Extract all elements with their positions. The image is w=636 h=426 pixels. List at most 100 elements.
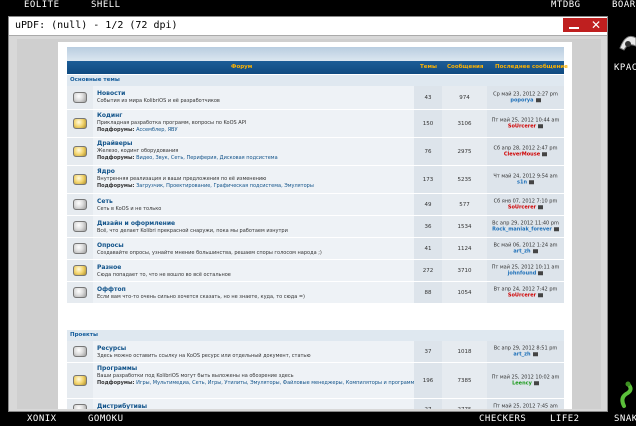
forum-icon-cell <box>67 194 93 215</box>
forum-new-posts-icon <box>73 145 87 157</box>
forum-row[interactable]: Сеть Сеть в KoOS и не только 49 577 Сб я… <box>67 194 564 216</box>
goto-post-icon[interactable] <box>538 292 544 297</box>
last-post-author[interactable]: poporya <box>510 97 533 103</box>
forum-subforums: Подфорумы: Игры, Мультимедиа, Сеть, Игры… <box>97 380 414 387</box>
forum-read-icon <box>73 345 87 357</box>
forum-name-link[interactable]: Разное <box>97 264 410 272</box>
last-post-author[interactable]: SoUrcerer <box>508 123 536 129</box>
last-post-author[interactable]: SoUrcerer <box>508 204 536 210</box>
last-post-author[interactable]: Rock_maniak_forever <box>492 226 552 232</box>
goto-post-icon[interactable] <box>532 351 538 356</box>
forum-topics-count: 36 <box>414 216 442 237</box>
last-post-author[interactable]: Leency <box>512 380 532 386</box>
forum-name-link[interactable]: Оффтоп <box>97 286 410 294</box>
forum-description: Создавайте опросы, узнайте мнение больши… <box>97 250 322 256</box>
forum-info: Дистрибутивы Поделитесь своими дистрибут… <box>93 399 414 409</box>
forum-read-icon <box>73 198 87 210</box>
subforum-links[interactable]: Ассемблер, ЯВУ <box>136 127 177 133</box>
last-post-author[interactable]: SoUrcerer <box>508 292 536 298</box>
forum-description: Сеть в KoOS и не только <box>97 206 162 212</box>
goto-post-icon[interactable] <box>538 270 544 275</box>
forum-last-post: Вс май 06, 2012 1:24 am art_zh <box>487 238 564 259</box>
column-topics: Темы <box>420 64 437 70</box>
last-post-author[interactable]: s1n <box>517 179 527 185</box>
last-post-author[interactable]: CleverMouse <box>504 151 540 157</box>
goto-post-icon[interactable] <box>553 226 559 231</box>
forum-last-post: Пт май 25, 2012 10:11 am johnfound <box>487 260 564 281</box>
goto-post-icon[interactable] <box>532 248 538 253</box>
goto-post-icon[interactable] <box>533 380 539 385</box>
last-post-author[interactable]: art_zh <box>513 248 530 254</box>
desktop-label-life2[interactable]: LIFE2 <box>550 414 580 424</box>
goto-post-icon[interactable] <box>538 204 544 209</box>
column-forum: Форум <box>231 64 253 70</box>
forum-posts-count: 577 <box>442 194 487 215</box>
forum-row[interactable]: Новости События из мира KolibriOS и её р… <box>67 86 564 110</box>
forum-name-link[interactable]: Драйверы <box>97 140 410 148</box>
forum-last-post: Ср май 23, 2012 2:27 pm poporya <box>487 86 564 109</box>
section-main[interactable]: Основные темы <box>67 75 564 86</box>
forum-name-link[interactable]: Новости <box>97 90 410 98</box>
forum-topics-count: 272 <box>414 260 442 281</box>
desktop-label-xonix[interactable]: XONIX <box>27 414 57 424</box>
desktop-label-kpac[interactable]: KPAC <box>614 63 636 73</box>
desktop-label-checkers[interactable]: CHECKERS <box>479 414 526 424</box>
desktop-label-mtdbg[interactable]: MTDBG <box>551 0 581 10</box>
forum-icon-cell <box>67 86 93 109</box>
forum-posts-count: 1124 <box>442 238 487 259</box>
forum-row[interactable]: Ресурсы Здесь можно оставить ссылку на K… <box>67 341 564 363</box>
forum-info: Ресурсы Здесь можно оставить ссылку на K… <box>93 341 414 362</box>
forum-name-link[interactable]: Программы <box>97 365 410 373</box>
forum-icon-cell <box>67 166 93 193</box>
desktop-label-gomoku[interactable]: GOMOKU <box>88 414 124 424</box>
desktop-label-board[interactable]: BOARD <box>612 0 636 10</box>
subforum-links[interactable]: Загрузчик, Проектирование, Графическая п… <box>136 183 314 189</box>
updf-window[interactable]: uPDF: (null) - 1/2 (72 dpi) ✕ Форум Темы… <box>8 16 608 412</box>
column-last-post: Последнее сообщение <box>495 64 568 70</box>
forum-row[interactable]: Ядро Внутренняя реализация и ваши предло… <box>67 166 564 194</box>
forum-row[interactable]: Разное Сюда попадает то, что не вошло во… <box>67 260 564 282</box>
forum-name-link[interactable]: Сеть <box>97 198 410 206</box>
forum-row[interactable]: Опросы Создавайте опросы, узнайте мнение… <box>67 238 564 260</box>
forum-topics-count: 196 <box>414 363 442 398</box>
kpac-icon[interactable] <box>616 30 636 60</box>
last-post-author[interactable]: art_zh <box>513 351 530 357</box>
forum-table-header: Форум Темы Сообщения Последнее сообщение <box>67 61 568 74</box>
subforum-links[interactable]: Видео, Звук, Сеть, Периферия, Дисковая п… <box>136 155 278 161</box>
forum-read-icon <box>73 220 87 232</box>
forum-row[interactable]: Драйверы Железо, кодинг оборудования Под… <box>67 138 564 166</box>
last-post-author[interactable]: johnfound <box>508 270 537 276</box>
forum-row[interactable]: Дистрибутивы Поделитесь своими дистрибут… <box>67 399 564 409</box>
window-title: uPDF: (null) - 1/2 (72 dpi) <box>15 20 178 31</box>
desktop-label-shell[interactable]: SHELL <box>91 0 121 10</box>
forum-description: Если вам что-то очень сильно хочется ска… <box>97 294 305 300</box>
goto-post-icon[interactable] <box>535 97 541 102</box>
goto-post-icon[interactable] <box>542 151 548 156</box>
forum-name-link[interactable]: Дизайн и оформление <box>97 220 410 228</box>
close-button[interactable]: ✕ <box>585 18 607 32</box>
goto-post-icon[interactable] <box>529 179 534 184</box>
forum-row[interactable]: Дизайн и оформление Всё, что делает Koli… <box>67 216 564 238</box>
forum-icon-cell <box>67 260 93 281</box>
goto-post-icon[interactable] <box>538 123 544 128</box>
window-titlebar[interactable]: uPDF: (null) - 1/2 (72 dpi) ✕ <box>9 17 607 36</box>
minimize-button[interactable] <box>563 18 585 32</box>
section-projects[interactable]: Проекты <box>67 330 564 341</box>
forum-row[interactable]: Кодинг Прикладная разработка программ, в… <box>67 110 564 138</box>
forum-name-link[interactable]: Ядро <box>97 168 410 176</box>
forum-info: Ядро Внутренняя реализация и ваши предло… <box>93 166 414 193</box>
forum-name-link[interactable]: Кодинг <box>97 112 410 120</box>
forum-name-link[interactable]: Ресурсы <box>97 345 410 353</box>
desktop-label-eolite[interactable]: EOLITE <box>24 0 60 10</box>
forum-row[interactable]: Программы Ваши разработки под KolibriOS … <box>67 363 564 399</box>
forum-name-link[interactable]: Опросы <box>97 242 410 250</box>
pdf-viewport[interactable]: Форум Темы Сообщения Последнее сообщение… <box>17 39 601 409</box>
desktop-label-snake[interactable]: SNAKE <box>614 414 636 424</box>
forum-row[interactable]: Оффтоп Если вам что-то очень сильно хоче… <box>67 282 564 304</box>
forum-posts-count: 3106 <box>442 110 487 137</box>
forum-icon-cell <box>67 282 93 303</box>
forum-description: Здесь можно оставить ссылку на KoOS ресу… <box>97 353 311 359</box>
forum-name-link[interactable]: Дистрибутивы <box>97 403 410 409</box>
subforum-links[interactable]: Игры, Мультимедиа, Сеть, Игры, Утилиты, … <box>136 380 414 386</box>
snake-icon[interactable] <box>618 380 636 410</box>
